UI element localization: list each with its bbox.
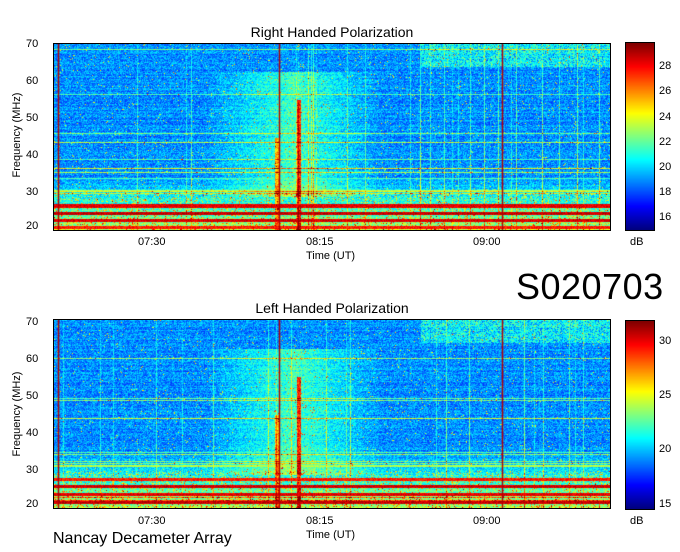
bottom-x-tick-0900: 09:00 bbox=[473, 515, 501, 527]
top-colorbar-tick-16: 16 bbox=[659, 211, 672, 224]
top-colorbar-gradient bbox=[626, 43, 654, 230]
top-y-axis-label: Frequency (MHz) bbox=[11, 92, 23, 178]
bottom-spectrogram-image bbox=[54, 320, 610, 508]
bottom-y-axis-label: Frequency (MHz) bbox=[11, 371, 23, 457]
bottom-colorbar-tick-15: 15 bbox=[659, 497, 672, 510]
bottom-y-tick-20: 20 bbox=[26, 498, 39, 510]
top-y-tick-70: 70 bbox=[26, 38, 39, 50]
top-y-tick-30: 30 bbox=[26, 186, 39, 198]
bottom-colorbar-tick-25: 25 bbox=[659, 389, 672, 401]
bottom-y-tick-70: 70 bbox=[26, 316, 39, 328]
bottom-y-tick-40: 40 bbox=[26, 427, 39, 439]
top-y-tick-60: 60 bbox=[26, 75, 39, 87]
top-colorbar-tick-28: 28 bbox=[659, 60, 672, 73]
bottom-colorbar-tick-30: 30 bbox=[659, 334, 672, 347]
bottom-spectrogram-plot bbox=[53, 319, 611, 509]
top-colorbar bbox=[625, 42, 655, 231]
bottom-colorbar-gradient bbox=[626, 321, 654, 509]
bottom-y-tick-50: 50 bbox=[26, 390, 39, 402]
top-colorbar-tick-26: 26 bbox=[659, 85, 672, 98]
spectrogram-figure: Right Handed Polarization 70 60 50 40 30… bbox=[0, 0, 680, 552]
bottom-chart-title: Left Handed Polarization bbox=[255, 300, 409, 316]
bottom-y-tick-30: 30 bbox=[26, 464, 39, 476]
top-x-axis-label: Time (UT) bbox=[306, 250, 356, 262]
top-y-tick-50: 50 bbox=[26, 112, 39, 124]
top-spectrogram-image bbox=[54, 44, 610, 230]
bottom-y-tick-60: 60 bbox=[26, 353, 39, 365]
bottom-colorbar-tick-20: 20 bbox=[659, 443, 672, 456]
bottom-colorbar-unit: dB bbox=[630, 515, 644, 527]
top-y-tick-20: 20 bbox=[26, 220, 39, 232]
top-x-tick-0900: 09:00 bbox=[473, 236, 501, 248]
top-colorbar-tick-20: 20 bbox=[659, 161, 672, 173]
top-chart-title: Right Handed Polarization bbox=[250, 24, 414, 40]
bottom-x-tick-0730: 07:30 bbox=[138, 515, 166, 527]
top-spectrogram-plot bbox=[53, 43, 611, 231]
top-colorbar-unit: dB bbox=[630, 236, 644, 248]
top-colorbar-tick-18: 18 bbox=[659, 186, 672, 199]
bottom-x-axis-label: Time (UT) bbox=[306, 529, 356, 541]
top-x-tick-0730: 07:30 bbox=[138, 236, 166, 248]
top-y-tick-40: 40 bbox=[26, 149, 39, 161]
station-label: Nancay Decameter Array bbox=[53, 530, 232, 547]
top-x-tick-0815: 08:15 bbox=[306, 236, 334, 248]
top-colorbar-tick-22: 22 bbox=[659, 135, 672, 148]
top-colorbar-tick-24: 24 bbox=[659, 110, 672, 123]
bottom-x-tick-0815: 08:15 bbox=[306, 515, 334, 527]
bottom-colorbar bbox=[625, 320, 655, 510]
